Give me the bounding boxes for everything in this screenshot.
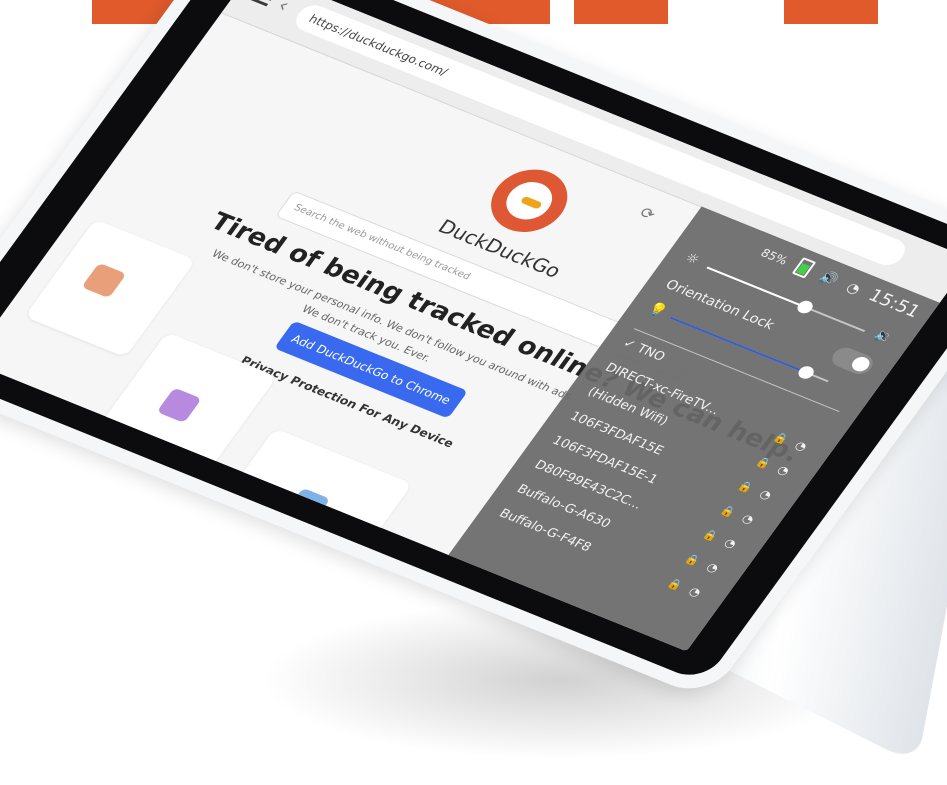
lock-icon: 🔒 (717, 503, 739, 520)
lock-icon: 🔒 (682, 552, 703, 568)
brightness-knob[interactable] (794, 298, 816, 316)
wifi-signal-icon: ◔ (756, 486, 775, 503)
volume-high-icon: 🔉 (870, 326, 897, 347)
feature-icon (156, 387, 202, 424)
volume-knob[interactable] (795, 364, 817, 381)
feature-card (198, 428, 413, 590)
top-accent-tab (784, 0, 878, 24)
wifi-signal-icon: ◔ (721, 535, 740, 551)
duckduckgo-logo (476, 159, 582, 243)
wifi-signal-icon: ◔ (774, 462, 793, 478)
wifi-signal-icon: ◔ (792, 438, 810, 454)
wifi-icon: ◔ (842, 279, 864, 298)
battery-icon (791, 257, 817, 279)
reload-icon[interactable]: ⟳ (636, 203, 663, 224)
wifi-signal-icon: ◔ (703, 559, 722, 576)
volume-icon: 🔊 (816, 269, 842, 289)
lock-icon: 🔒 (753, 454, 774, 471)
lock-icon: 🔒 (664, 576, 686, 593)
bulb-icon: 💡 (645, 300, 671, 321)
feature-icon (285, 487, 331, 524)
hamburger-menu-icon[interactable] (246, 0, 277, 7)
lock-icon: 🔒 (770, 430, 792, 447)
wifi-signal-icon: ◔ (739, 511, 757, 527)
wifi-signal-icon: ◔ (686, 584, 704, 600)
screen: ‹ https://duckduckgo.com/ ⟳ DuckDuckGo S… (0, 0, 947, 652)
device: ‹ https://duckduckgo.com/ ⟳ DuckDuckGo S… (0, 0, 947, 765)
lock-icon: 🔒 (700, 527, 721, 544)
brightness-low-icon: ☼ (681, 250, 703, 269)
feature-icon (81, 262, 127, 299)
battery-percent: 85% (757, 246, 791, 268)
wifi-network-name: ✓ TNO (619, 336, 668, 365)
back-icon[interactable]: ‹ (273, 0, 300, 18)
top-accent-tab (574, 0, 668, 24)
lock-icon: 🔒 (735, 479, 756, 495)
toggle-knob (848, 354, 873, 374)
